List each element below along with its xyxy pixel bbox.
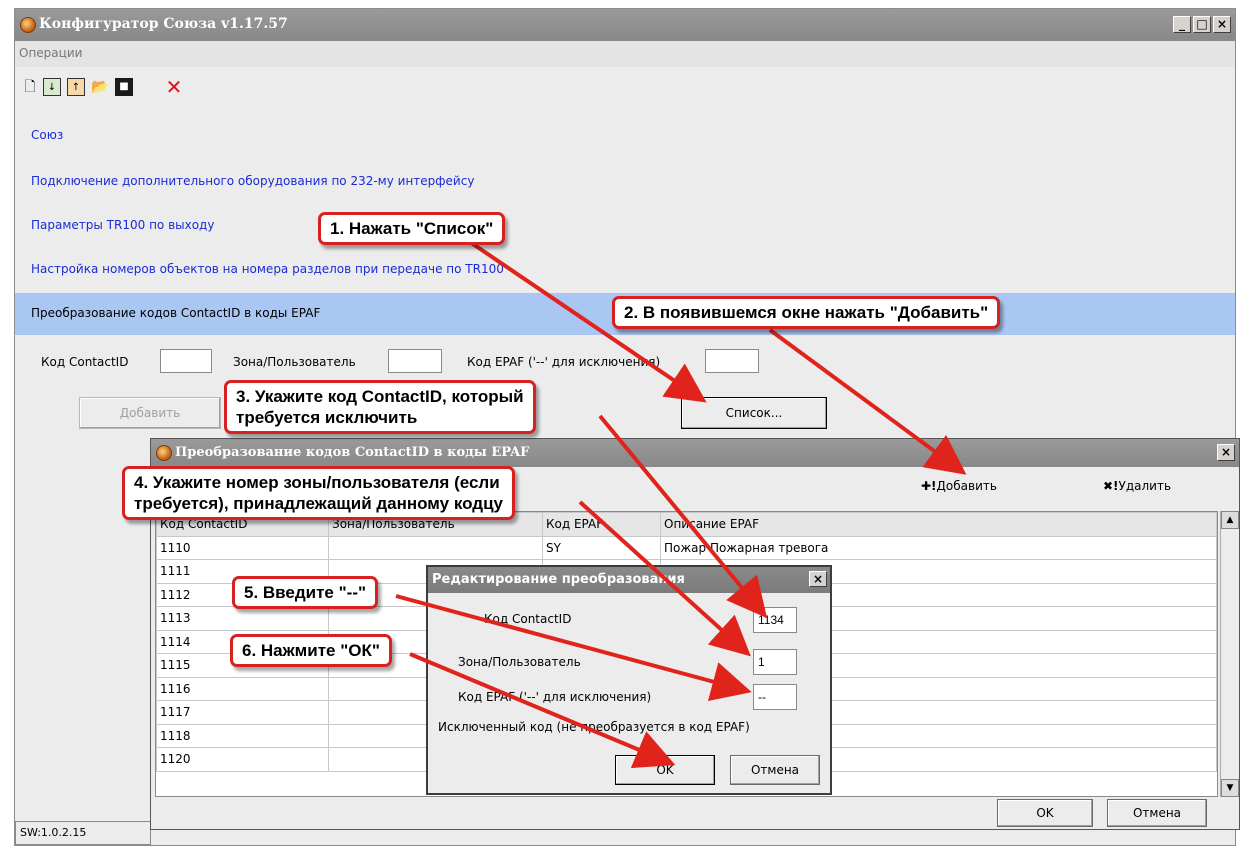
save-icon[interactable]: ■ — [115, 78, 133, 96]
callout-4: 4. Укажите номер зоны/пользователя (если… — [122, 466, 515, 520]
edit-dialog: Редактирование преобразования × Код Cont… — [426, 565, 832, 795]
toolbar: 🗋 ↓ ↑ 📂 ■ ✕ — [15, 69, 1235, 103]
edit-epaf-label: Код EPAF ('--' для исключения) — [458, 690, 652, 704]
zone-field[interactable] — [388, 349, 442, 373]
cell: 1118 — [156, 723, 329, 748]
cell: Пожар Пожарная тревога — [660, 535, 1217, 560]
remove-icon: ✖! — [1103, 479, 1119, 493]
edit-dialog-title-bar: Редактирование преобразования × — [428, 567, 830, 593]
edit-zone-label: Зона/Пользователь — [458, 655, 581, 669]
callout-3-line-1: 3. Укажите код ContactID, который — [236, 387, 524, 406]
edit-dialog-close-button[interactable]: × — [809, 571, 827, 587]
callout-6: 6. Нажмите "ОК" — [230, 634, 392, 667]
epaf-label: Код EPAF ('--' для исключения) — [467, 355, 661, 369]
edit-ok-button[interactable]: OK — [615, 755, 715, 785]
cell: 1113 — [156, 606, 329, 631]
list-dialog-close-button[interactable]: × — [1217, 444, 1235, 461]
close-button[interactable]: × — [1213, 16, 1231, 33]
table-row[interactable]: 1110 SY Пожар Пожарная тревога — [156, 535, 1217, 560]
list-dialog-footer: OK Отмена — [151, 797, 1239, 829]
list-cancel-button[interactable]: Отмена — [1107, 799, 1207, 827]
edit-cancel-button[interactable]: Отмена — [730, 755, 820, 785]
title-bar: Конфигуратор Союза v1.17.57 _ □ × — [15, 9, 1235, 41]
cell: 1116 — [156, 676, 329, 701]
scroll-down-icon[interactable]: ▼ — [1221, 779, 1239, 797]
callout-2: 2. В появившемся окне нажать "Добавить" — [612, 296, 1001, 329]
cell: 1110 — [156, 535, 329, 560]
maximize-button[interactable]: □ — [1193, 16, 1211, 33]
cell: 1120 — [156, 747, 329, 772]
callout-4-line-1: 4. Укажите номер зоны/пользователя (если — [134, 473, 500, 492]
vertical-scrollbar[interactable]: ▲ ▼ — [1220, 511, 1239, 797]
menu-bar: Операции — [15, 41, 1235, 67]
list-delete-button[interactable]: ✖!Удалить — [1103, 479, 1171, 493]
col-description[interactable]: Описание EPAF — [660, 512, 1217, 537]
list-dialog-title: Преобразование кодов ContactID в коды EP… — [175, 445, 530, 460]
import-icon[interactable]: ↓ — [43, 78, 61, 96]
nav-item-tr100-output[interactable]: Параметры TR100 по выходу — [15, 205, 1235, 245]
cell: 1117 — [156, 700, 329, 725]
contactid-label: Код ContactID — [41, 355, 129, 369]
edit-epaf-field[interactable] — [753, 684, 797, 710]
new-file-icon[interactable]: 🗋 — [21, 78, 39, 96]
nav-item-232[interactable]: Подключение дополнительного оборудования… — [15, 161, 1235, 201]
status-bar: SW:1.0.2.15 — [15, 821, 151, 845]
scroll-up-icon[interactable]: ▲ — [1221, 511, 1239, 529]
contactid-field[interactable] — [160, 349, 212, 373]
cell: SY — [542, 535, 661, 560]
list-add-button[interactable]: ✚!Добавить — [921, 479, 997, 493]
callout-3: 3. Укажите код ContactID, который требуе… — [224, 380, 536, 434]
cell — [328, 535, 543, 560]
edit-zone-field[interactable] — [753, 649, 797, 675]
edit-contactid-label: Код ContactID — [484, 612, 572, 626]
dialog-app-icon — [156, 445, 172, 461]
col-epaf[interactable]: Код EPAF — [542, 512, 661, 537]
list-button[interactable]: Список... — [681, 397, 827, 429]
list-ok-button[interactable]: OK — [997, 799, 1093, 827]
list-dialog-title-bar: Преобразование кодов ContactID в коды EP… — [151, 439, 1239, 467]
add-button[interactable]: Добавить — [79, 397, 221, 429]
excluded-code-note: Исключенный код (не преобразуется в код … — [438, 720, 750, 734]
plus-icon: ✚! — [921, 479, 937, 493]
edit-dialog-title: Редактирование преобразования — [432, 572, 685, 587]
app-icon — [20, 17, 36, 33]
window-title: Конфигуратор Союза v1.17.57 — [39, 16, 288, 32]
nav-item-tr100-numbers[interactable]: Настройка номеров объектов на номера раз… — [15, 249, 1235, 289]
minimize-button[interactable]: _ — [1173, 16, 1191, 33]
nav-item-soyuz[interactable]: Союз — [15, 115, 1235, 155]
open-folder-icon[interactable]: 📂 — [91, 78, 109, 96]
callout-1: 1. Нажать "Список" — [318, 212, 506, 245]
callout-3-line-2: требуется исключить — [236, 408, 418, 427]
zone-label: Зона/Пользователь — [233, 355, 356, 369]
export-icon[interactable]: ↑ — [67, 78, 85, 96]
menu-operations[interactable]: Операции — [19, 46, 82, 60]
callout-4-line-2: требуется), принадлежащий данному кодцу — [134, 494, 503, 513]
delete-x-icon[interactable]: ✕ — [165, 77, 183, 97]
epaf-field[interactable] — [705, 349, 759, 373]
edit-contactid-field[interactable] — [753, 607, 797, 633]
callout-5: 5. Введите "--" — [232, 576, 379, 609]
